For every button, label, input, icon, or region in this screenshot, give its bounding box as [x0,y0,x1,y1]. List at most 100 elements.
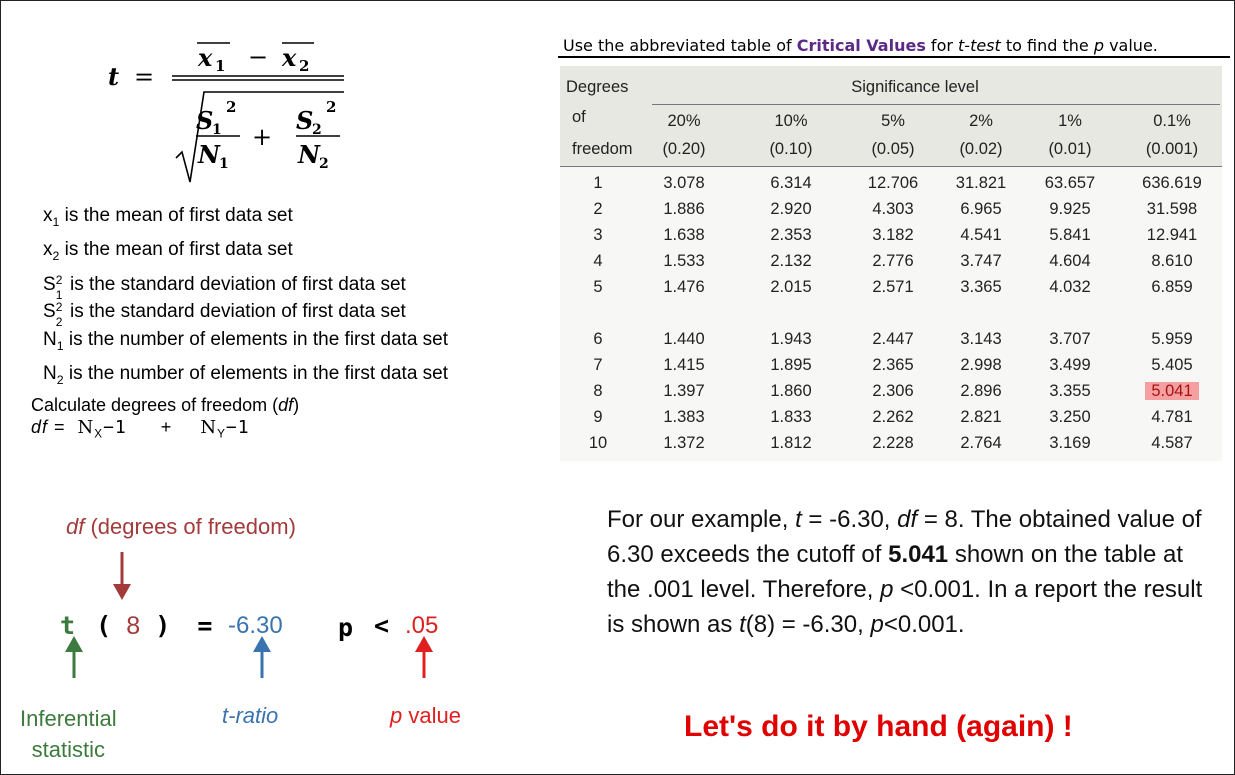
df-cell: 6 [593,330,603,348]
formula-n2: N [297,140,321,169]
critical-value-cell: 5.841 [1049,226,1091,244]
header-of: of [572,108,586,126]
critical-value-cell: 1.440 [663,330,705,348]
formula-t: t [108,62,119,91]
column-header-pct: 20% [667,112,701,130]
df-cell: 3 [593,226,603,244]
critical-value-cell: 3.182 [872,226,914,244]
formula-s1: S [196,106,213,135]
critical-values-link[interactable]: Critical Values [797,36,926,55]
critical-value-cell: 1.895 [770,356,812,374]
header-divider [652,104,1220,105]
definition-item: x1 is the mean of first data set [43,205,293,229]
critical-value-cell: 4.303 [872,200,914,218]
critical-value-cell: 1.886 [663,200,705,218]
call-to-action: Let's do it by hand (again) ! [684,710,1073,743]
critical-value-cell: 1.415 [663,356,705,374]
critical-value-cell: 4.604 [1049,252,1091,270]
critical-value-cell: 3.143 [960,330,1002,348]
df-cell: 2 [593,200,603,218]
critical-value-cell: 1.533 [663,252,705,270]
formula-x1-sub: 1 [215,57,225,75]
column-header-dec: (0.01) [1048,140,1092,158]
formula-n1-sub: 1 [219,156,229,172]
column-header-pct: 5% [881,112,905,130]
critical-value-cell: 3.169 [1049,434,1091,452]
critical-value-cell: 636.619 [1142,174,1202,192]
result-p-value: .05 [405,612,439,639]
inferential-statistic-label: Inferential statistic [20,706,117,762]
critical-value-cell: 1.943 [770,330,812,348]
example-paragraph: For our example, t = -6.30, df = 8. The … [607,506,1203,638]
formula-s2: S [296,106,313,135]
definition-item: N2 is the number of elements in the firs… [43,362,449,387]
formula-x2-sub: 2 [299,57,309,75]
critical-value-cell: 2.920 [770,200,812,218]
table-title-rule [558,56,1230,58]
definition-item: S21 is the standard deviation of first d… [43,272,406,302]
critical-value-cell: 3.499 [1049,356,1091,374]
highlighted-critical-value: 5.041 [1145,382,1199,400]
critical-value-cell: 4.587 [1151,434,1193,452]
critical-value-cell: 5.405 [1151,356,1193,374]
column-header-dec: (0.02) [959,140,1003,158]
df-calc-label: Calculate degrees of freedom (df) [31,395,300,415]
critical-value-cell: 2.262 [872,408,914,426]
critical-value-cell: 31.821 [955,174,1007,192]
header-significance-level: Significance level [851,78,979,96]
column-header-dec: (0.10) [769,140,813,158]
critical-value-cell: 6.965 [960,200,1002,218]
definition-item: N1 is the number of elements in the firs… [43,328,449,353]
critical-value-cell: 1.372 [663,434,705,452]
critical-value-cell: 4.541 [960,226,1002,244]
critical-value-cell: 2.447 [872,330,914,348]
formula-equals: = [134,63,154,91]
header-degrees: Degrees [566,78,629,96]
critical-value-cell: 2.764 [960,434,1002,452]
df-cell: 7 [593,356,603,374]
critical-value-cell: 1.638 [663,226,705,244]
column-header-pct: 0.1% [1153,112,1191,130]
df-cell: 1 [593,174,603,192]
definitions-list: x1 is the mean of first data set x2 is th… [43,202,448,394]
column-header-pct: 10% [774,112,808,130]
critical-value-cell: 2.228 [872,434,914,452]
critical-value-cell: 8.610 [1151,252,1193,270]
critical-value-cell: 3.078 [663,174,705,192]
df-cell: 8 [593,382,603,400]
formula-x1: x [197,43,213,72]
critical-value-cell: 2.896 [960,382,1002,400]
df-calc-equation: df = NX−1 + NY−1 [31,417,250,441]
critical-values-table: Degrees of freedom Significance level 20… [560,66,1222,461]
column-header-pct: 2% [969,112,993,130]
result-expression: t ( 8 ) = [60,611,213,640]
critical-value-cell: 1.812 [770,434,812,452]
t-ratio-label: t-ratio [222,703,279,728]
critical-value-cell: 6.859 [1151,278,1193,296]
critical-value-cell: 1.476 [663,278,705,296]
formula-x2: x [281,43,297,72]
result-t-value: -6.30 [228,612,283,639]
critical-value-cell: 3.355 [1049,382,1091,400]
formula-minus: − [248,43,268,71]
column-header-pct: 1% [1058,112,1082,130]
critical-value-cell: 3.365 [960,278,1002,296]
critical-value-cell: 63.657 [1044,174,1096,192]
critical-value-cell: 5.959 [1151,330,1193,348]
formula-n1: N [197,140,221,169]
critical-value-cell: 2.015 [770,278,812,296]
critical-value-cell: 2.306 [872,382,914,400]
critical-value-cell: 4.032 [1049,278,1091,296]
critical-value-cell: 4.781 [1151,408,1193,426]
critical-value-cell: 3.747 [960,252,1002,270]
df-annotation-label: df (degrees of freedom) [66,514,296,539]
header-bottom-rule [560,166,1222,167]
p-value-label: p value [390,703,461,728]
critical-value-cell: 12.706 [867,174,919,192]
critical-value-cell: 2.998 [960,356,1002,374]
formula-plus: + [252,123,272,151]
critical-value-cell: 2.132 [770,252,812,270]
critical-value-cell: 2.776 [872,252,914,270]
critical-value-cell: 2.571 [872,278,914,296]
result-t: t [60,611,76,640]
